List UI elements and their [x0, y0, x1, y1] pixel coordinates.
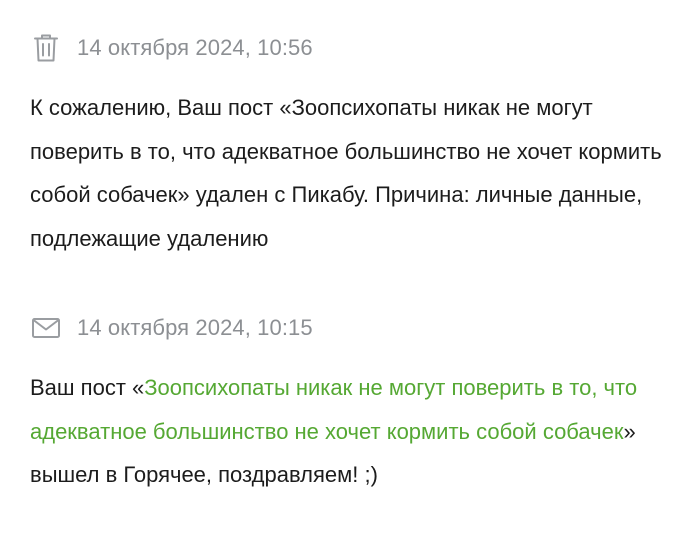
notification-post-deleted: 14 октября 2024, 10:56 К сожалению, Ваш …: [30, 28, 680, 260]
trash-icon: [29, 31, 63, 65]
envelope-icon: [29, 311, 63, 345]
notification-date: 14 октября 2024, 10:15: [77, 315, 313, 340]
notification-message: К сожалению, Ваш пост «Зоопсихопаты ника…: [30, 95, 662, 251]
notification-header: 14 октября 2024, 10:56: [30, 28, 680, 68]
notification-header: 14 октября 2024, 10:15: [30, 308, 680, 348]
notification-date: 14 октября 2024, 10:56: [77, 35, 313, 60]
notification-post-hot: 14 октября 2024, 10:15 Ваш пост «Зоопсих…: [30, 308, 680, 497]
message-text-before: Ваш пост «: [30, 375, 145, 400]
notification-message: Ваш пост «Зоопсихопаты никак не могут по…: [30, 366, 680, 497]
